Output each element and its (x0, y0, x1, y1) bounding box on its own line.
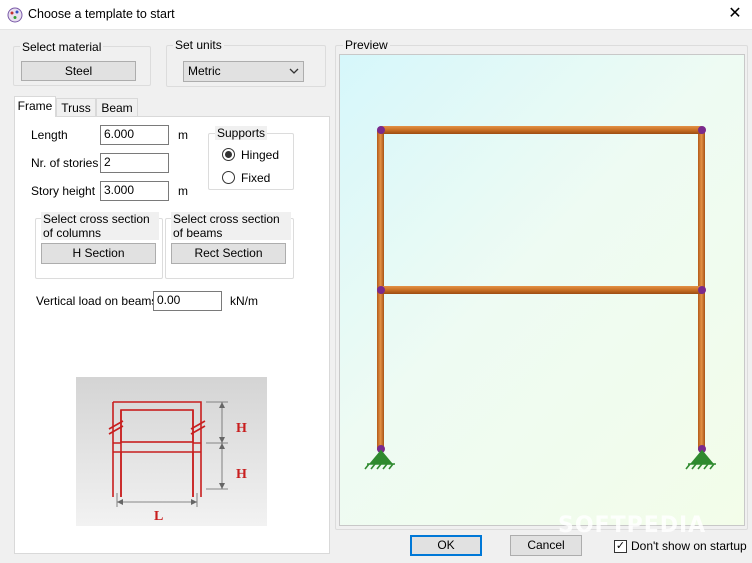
radio-fixed[interactable] (222, 171, 235, 184)
radio-hinged-label[interactable]: Hinged (241, 148, 279, 162)
story-height-input[interactable]: 3.000 (100, 181, 169, 201)
dont-show-label[interactable]: Don't show on startup (631, 539, 747, 553)
stories-label: Nr. of stories (31, 156, 99, 170)
node (377, 126, 385, 134)
frame-diagram-drawing: H H L (108, 401, 247, 524)
material-button[interactable]: Steel (21, 61, 136, 81)
window-title: Choose a template to start (28, 7, 175, 21)
cancel-button[interactable]: Cancel (510, 535, 582, 556)
chevron-down-icon (289, 64, 299, 83)
close-button[interactable]: ✕ (723, 3, 747, 25)
beam-middle (380, 286, 702, 294)
vertical-load-unit: kN/m (230, 294, 258, 308)
node (698, 126, 706, 134)
vertical-load-input[interactable]: 0.00 (153, 291, 222, 311)
tab-frame[interactable]: Frame (14, 96, 56, 117)
diagram-dim-h2: H (236, 467, 247, 482)
support-right (685, 449, 716, 470)
dont-show-checkbox[interactable]: ✓ (614, 540, 627, 553)
length-input[interactable]: 6.000 (100, 125, 169, 145)
columns-section-button[interactable]: H Section (41, 243, 156, 264)
stories-input[interactable]: 2 (100, 153, 169, 173)
diagram-dim-h1: H (236, 421, 247, 436)
units-select[interactable]: Metric (183, 61, 304, 82)
story-height-label: Story height (31, 184, 96, 198)
ok-button[interactable]: OK (410, 535, 482, 556)
node (377, 286, 385, 294)
diagram-dim-l: L (154, 509, 163, 524)
node (698, 286, 706, 294)
beam-top (380, 126, 702, 134)
tab-beam[interactable]: Beam (96, 98, 138, 116)
support-left (364, 449, 395, 470)
radio-fixed-label[interactable]: Fixed (241, 171, 270, 185)
preview-canvas: SOFTPEDIA (339, 54, 745, 538)
vertical-load-label: Vertical load on beams (36, 294, 158, 308)
beams-section-label: Select cross section of beams (171, 212, 291, 240)
story-height-unit: m (178, 184, 188, 198)
length-label: Length (31, 128, 68, 142)
frame-preview-drawing (364, 126, 716, 470)
frame-diagram: H H L (76, 377, 267, 526)
length-unit: m (178, 128, 188, 142)
units-label: Set units (173, 38, 224, 52)
close-icon: ✕ (728, 5, 742, 22)
app-icon (7, 7, 23, 23)
supports-label: Supports (215, 126, 268, 140)
radio-hinged[interactable] (222, 148, 235, 161)
preview-label: Preview (343, 38, 390, 52)
units-selected: Metric (188, 64, 221, 78)
columns-section-label: Select cross section of columns (41, 212, 159, 240)
beams-section-button[interactable]: Rect Section (171, 243, 286, 264)
check-icon: ✓ (615, 540, 626, 552)
material-label: Select material (20, 40, 104, 54)
tab-truss[interactable]: Truss (56, 98, 96, 116)
